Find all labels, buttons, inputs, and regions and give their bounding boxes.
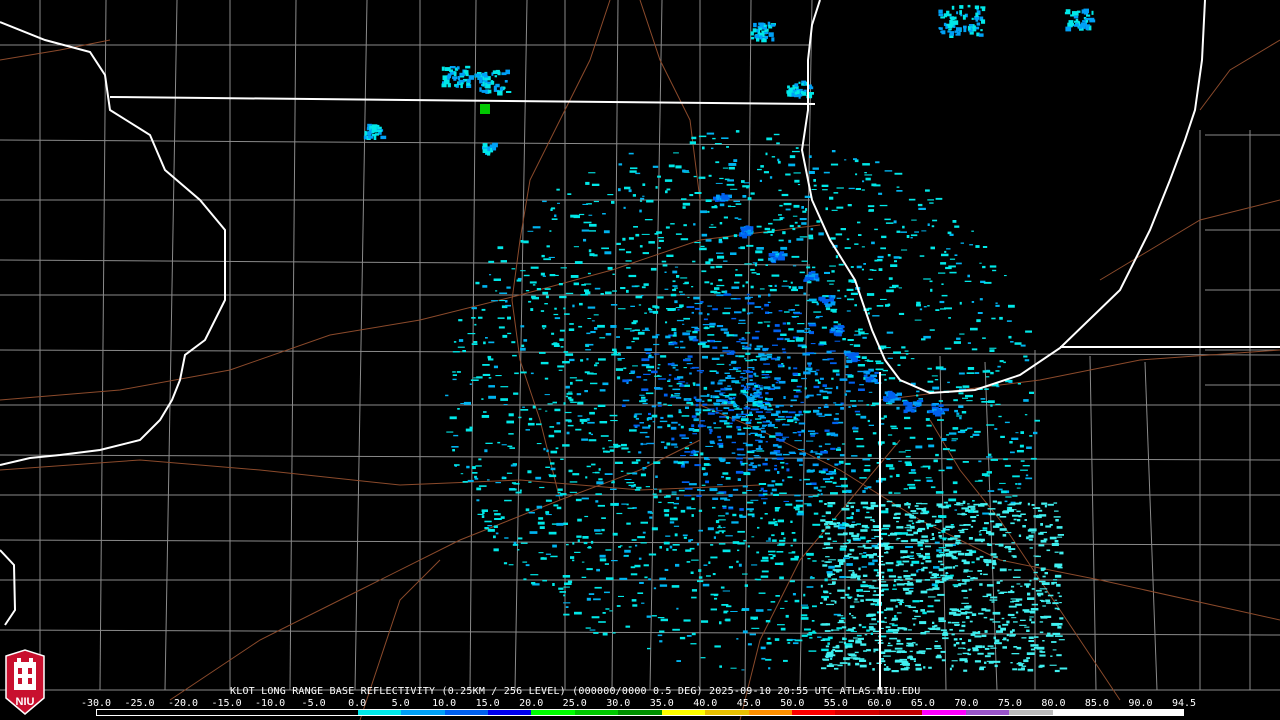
- colorbar-segment: [705, 710, 749, 715]
- colorbar-segment: [1052, 710, 1097, 715]
- colorbar-segment: [183, 710, 228, 715]
- colorbar-tick-label: 30.0: [606, 698, 631, 709]
- colorbar-tick-label: 20.0: [519, 698, 544, 709]
- colorbar-tick-label: 50.0: [780, 698, 805, 709]
- colorbar-segment: [792, 710, 836, 715]
- colorbar-tick-label: 15.0: [475, 698, 500, 709]
- colorbar-tick-label: -15.0: [211, 698, 242, 709]
- colorbar-tick-label: 85.0: [1084, 698, 1109, 709]
- iowa-missouri-border-fragment: [0, 549, 17, 626]
- wisconsin-illinois-border: [109, 96, 816, 105]
- reflectivity-colorbar: [96, 709, 1184, 716]
- colorbar-tick-label: -20.0: [167, 698, 199, 709]
- colorbar-tick-label: -10.0: [255, 698, 286, 709]
- highways: [0, 0, 1280, 720]
- colorbar-segment: [748, 710, 792, 715]
- colorbar-segment: [1009, 710, 1053, 715]
- colorbar-tick-label: 65.0: [910, 698, 935, 709]
- colorbar-segment: [444, 710, 488, 715]
- colorbar-tick-labels: -30.0 -25.0 -20.0 -15.0 -10.0 -5.0 0.0 5.0 10.0 1…: [81, 698, 1196, 709]
- colorbar-segment: [401, 710, 445, 715]
- colorbar-segment: [835, 710, 879, 715]
- colorbar-segment: [357, 710, 402, 715]
- colorbar-tick-label: 90.0: [1128, 698, 1153, 709]
- colorbar-tick-label: 94.5: [1171, 698, 1197, 709]
- colorbar-tick-label: 75.0: [997, 698, 1022, 709]
- colorbar-tick-label: 70.0: [954, 698, 979, 709]
- colorbar-segment: [574, 710, 619, 715]
- colorbar-tick-label: 45.0: [736, 698, 761, 709]
- colorbar-segment: [531, 710, 575, 715]
- colorbar-segment: [314, 710, 358, 715]
- colorbar-tick-label: 10.0: [432, 698, 457, 709]
- colorbar-segment: [965, 710, 1010, 715]
- colorbar-segment: [878, 710, 923, 715]
- radar-map: [0, 0, 1280, 720]
- colorbar-segment: [270, 710, 315, 715]
- colorbar-tick-label: 55.0: [823, 698, 848, 709]
- colorbar-segment: [487, 710, 532, 715]
- colorbar-segment: [661, 710, 706, 715]
- colorbar-segment: [97, 710, 141, 715]
- logo-text: NIU: [16, 696, 35, 708]
- colorbar-tick-label: -5.0: [301, 698, 326, 709]
- state-borders: [0, 0, 1280, 690]
- colorbar-tick-label: 5.0: [391, 698, 410, 709]
- colorbar-tick-label: 0.0: [348, 698, 367, 709]
- colorbar-tick-label: 25.0: [562, 698, 587, 709]
- colorbar-tick-label: 80.0: [1041, 698, 1066, 709]
- colorbar-tick-label: 35.0: [649, 698, 674, 709]
- radar-site-marker: [735, 394, 747, 406]
- mississippi-river-border: [0, 21, 226, 466]
- lake-michigan-south-shore: [899, 0, 1206, 395]
- colorbar-segment: [1139, 710, 1183, 715]
- colorbar-tick-label: -30.0: [80, 698, 112, 709]
- colorbar-tick-label: -25.0: [124, 698, 155, 709]
- product-caption: KLOT LONG RANGE BASE REFLECTIVITY (0.25K…: [230, 686, 921, 697]
- county-borders: [0, 0, 1280, 691]
- colorbar-segment: [140, 710, 184, 715]
- niu-logo: NIU: [5, 649, 45, 715]
- colorbar-segment: [618, 710, 662, 715]
- colorbar-segment: [1096, 710, 1140, 715]
- colorbar-tick-label: 60.0: [867, 698, 892, 709]
- colorbar-segment: [227, 710, 271, 715]
- colorbar-tick-label: 40.0: [693, 698, 718, 709]
- colorbar-segment: [922, 710, 966, 715]
